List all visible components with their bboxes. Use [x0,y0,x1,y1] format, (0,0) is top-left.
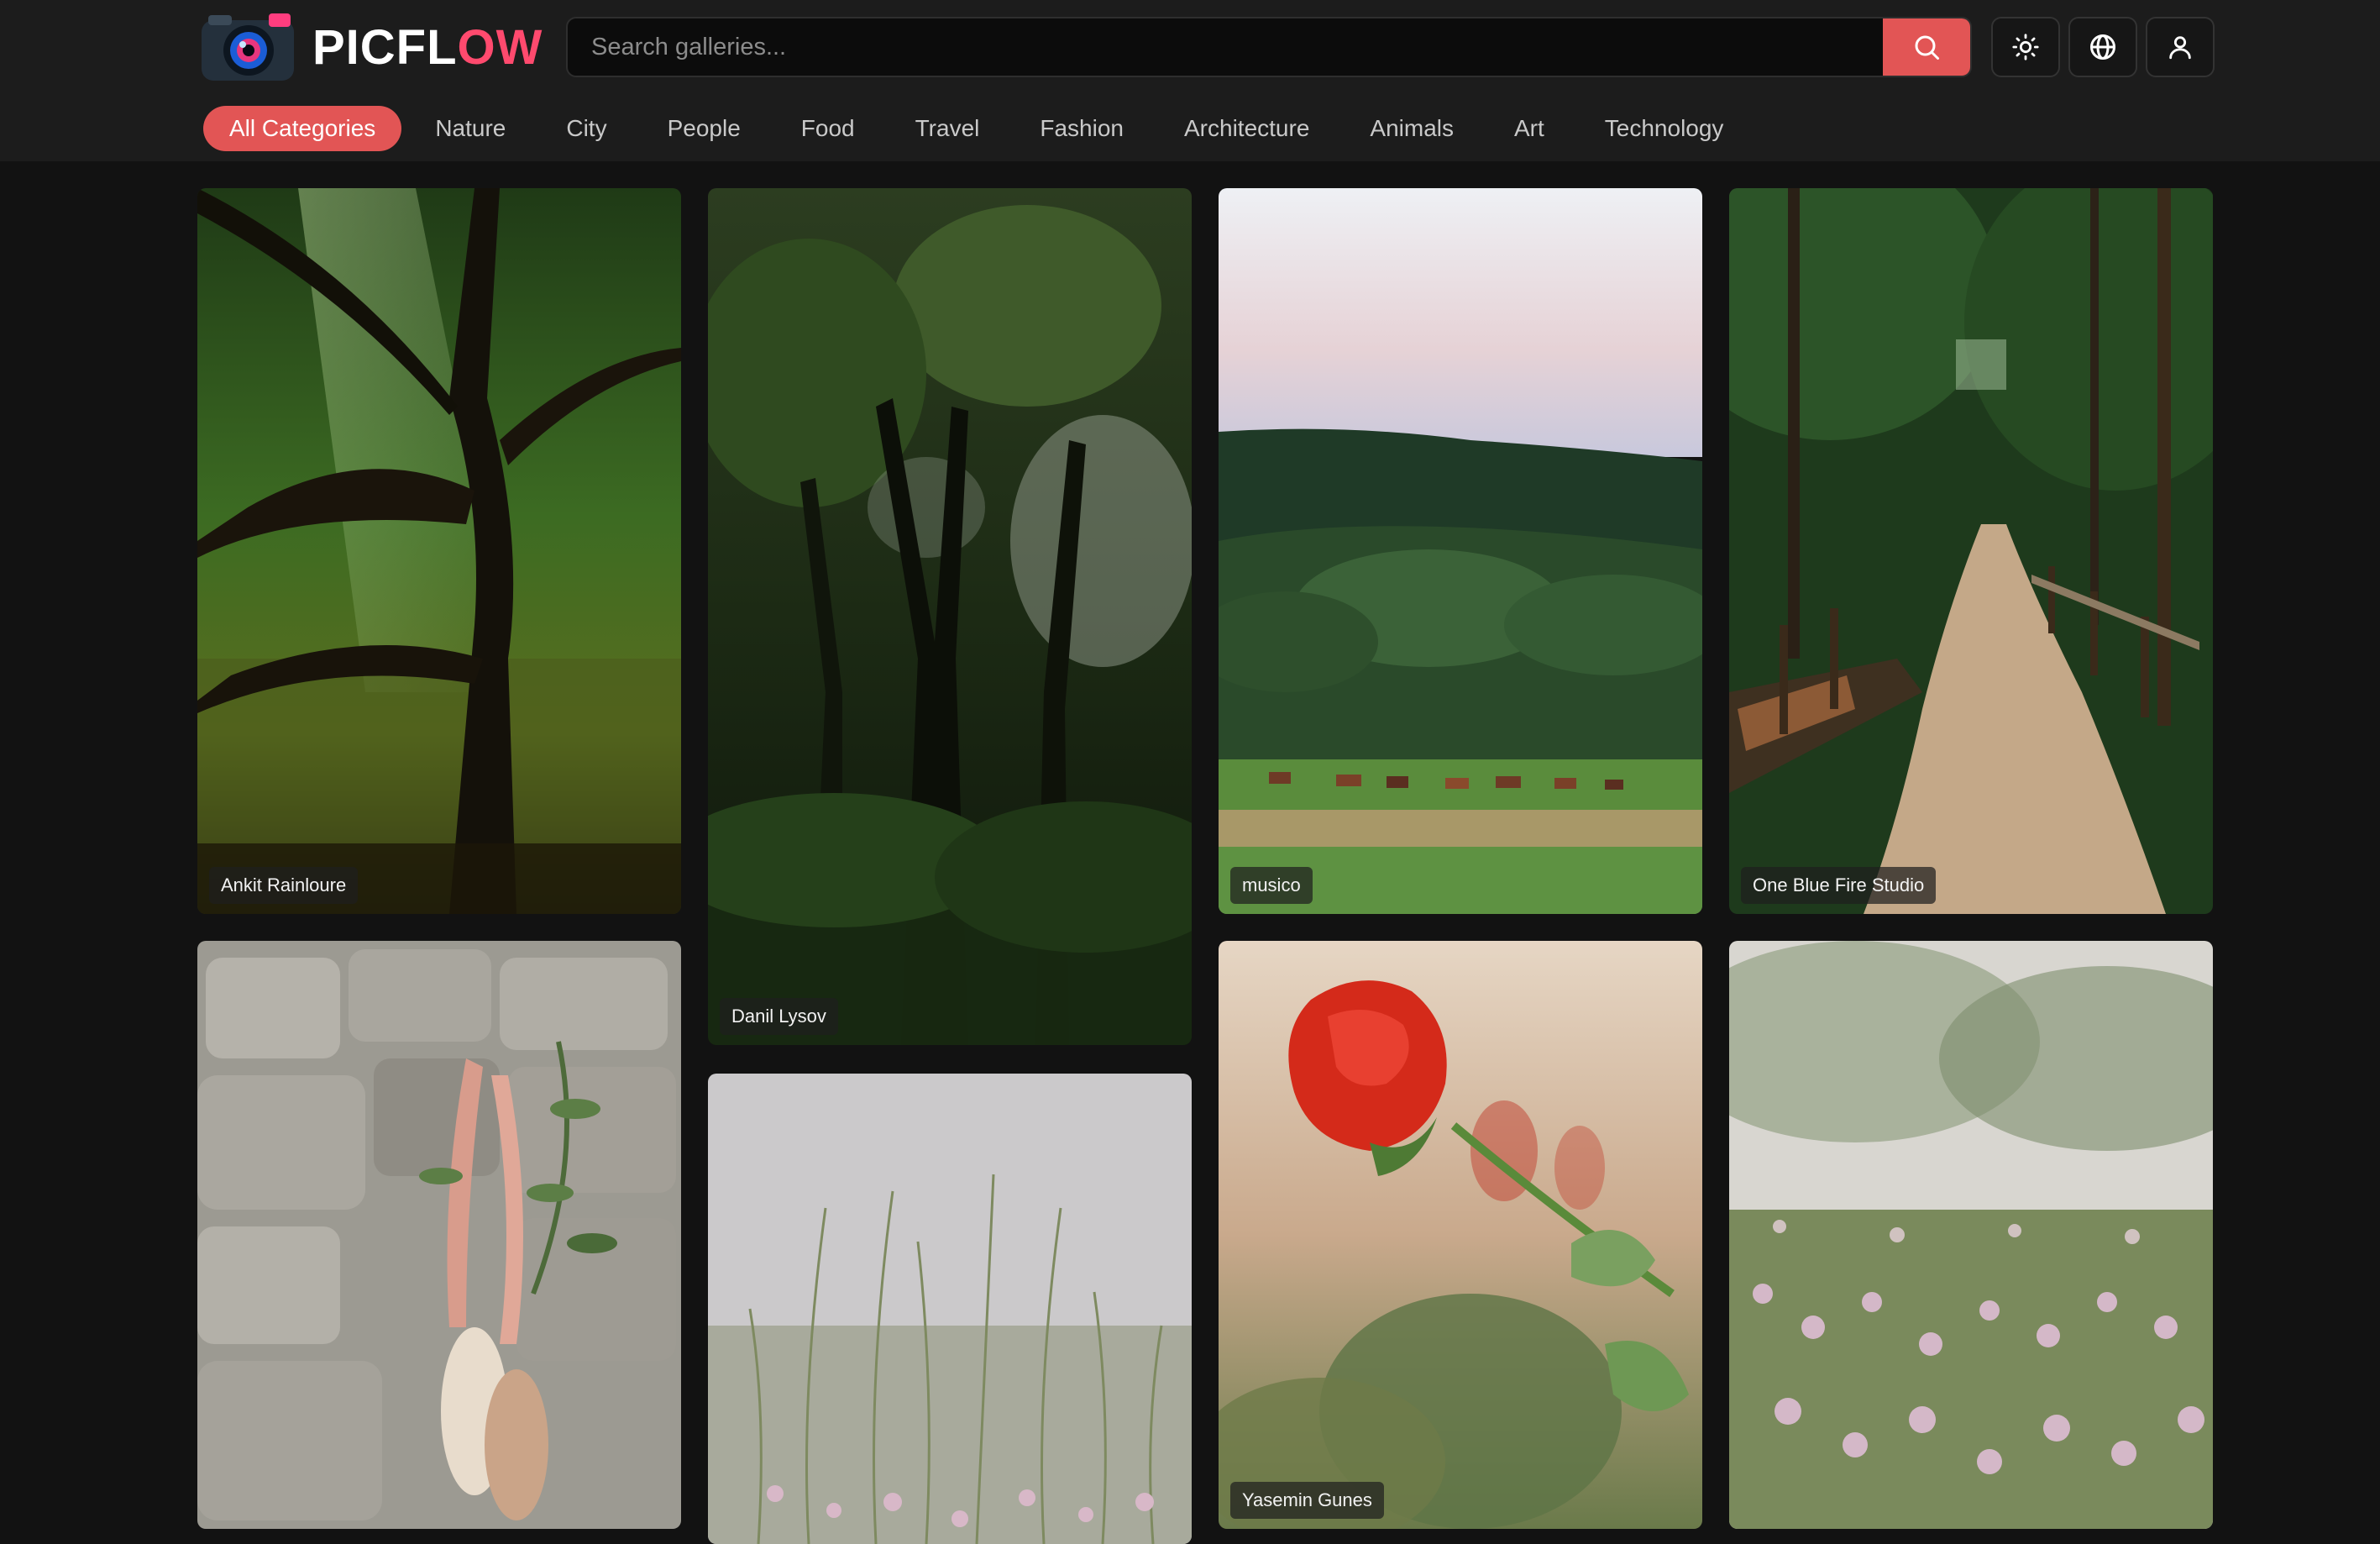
user-icon [2166,33,2194,61]
search-button[interactable] [1883,18,1970,76]
photo-author: musico [1230,867,1313,904]
camera-logo-icon [200,12,296,82]
category-art[interactable]: Art [1484,106,1575,151]
photo-card[interactable] [708,1074,1192,1544]
photo-author: Yasemin Gunes [1230,1482,1384,1519]
photo-card[interactable] [1729,941,2213,1529]
meadow-cows-photo [1219,188,1702,914]
photo-card[interactable]: Danil Lysov [708,188,1192,1045]
category-city[interactable]: City [536,106,637,151]
pink-wildflowers-photo [1729,941,2213,1529]
theme-toggle-button[interactable] [1991,17,2060,77]
logo[interactable]: PICFLOW [200,12,543,82]
search-input[interactable] [568,18,1888,76]
photo-card[interactable]: One Blue Fire Studio [1729,188,2213,914]
category-all[interactable]: All Categories [203,106,402,151]
photo-card[interactable]: Yasemin Gunes [1219,941,1702,1529]
language-button[interactable] [2068,17,2137,77]
brand-name: PICFLOW [312,19,543,75]
ballet-shoes-photo [197,941,681,1529]
category-travel[interactable]: Travel [885,106,1010,151]
category-nature[interactable]: Nature [405,106,536,151]
dense-trees-photo [708,188,1192,1045]
photo-author: Danil Lysov [720,998,838,1035]
account-button[interactable] [2146,17,2215,77]
red-rose-photo [1219,941,1702,1529]
category-tabs: All Categories Nature City People Food T… [203,106,1754,151]
grass-field-photo [708,1074,1192,1544]
sun-icon [2011,33,2040,61]
photo-card[interactable]: musico [1219,188,1702,914]
photo-author: Ankit Rainloure [209,867,359,904]
forest-path-photo [1729,188,2213,914]
photo-author: One Blue Fire Studio [1741,867,1937,904]
category-animals[interactable]: Animals [1339,106,1484,151]
top-header: PICFLOW Search galleries... All Categori… [0,0,2380,161]
category-food[interactable]: Food [771,106,885,151]
photo-card[interactable]: Ankit Rainloure [197,188,681,914]
globe-icon [2088,32,2118,62]
search-icon [1911,32,1942,62]
category-fashion[interactable]: Fashion [1009,106,1154,151]
search-bar [566,17,1972,77]
category-technology[interactable]: Technology [1575,106,1754,151]
photo-card[interactable] [197,941,681,1529]
forest-light-photo [197,188,681,914]
category-people[interactable]: People [637,106,771,151]
category-architecture[interactable]: Architecture [1154,106,1339,151]
